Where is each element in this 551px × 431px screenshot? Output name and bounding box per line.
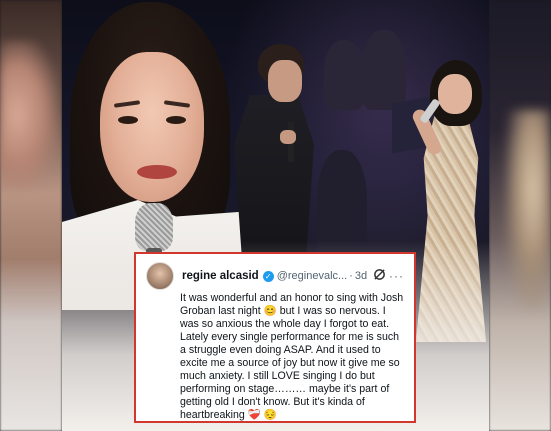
- tweet-header: regine alcasid ✓ @reginevalc... · 3d ···: [146, 261, 404, 291]
- separator-dot: ·: [349, 270, 353, 282]
- musician-figure: [362, 30, 406, 110]
- male-singer-suit: [234, 95, 314, 260]
- singer-face: [438, 74, 472, 114]
- portrait-face: [100, 52, 204, 202]
- eye: [118, 116, 138, 124]
- display-name[interactable]: regine alcasid: [182, 270, 259, 282]
- lips: [137, 165, 177, 179]
- avatar[interactable]: [146, 262, 174, 290]
- tweet-text: It was wonderful and an honor to sing wi…: [180, 292, 404, 421]
- eyebrow: [163, 100, 191, 108]
- blurred-figure: [505, 110, 551, 310]
- screenshot-canvas: regine alcasid ✓ @reginevalc... · 3d ···…: [0, 0, 551, 431]
- eye: [166, 116, 186, 124]
- blurred-left-strip: [0, 0, 62, 431]
- eyebrow: [113, 100, 141, 108]
- grok-icon[interactable]: [373, 268, 386, 284]
- blurred-face: [0, 40, 58, 190]
- post-time[interactable]: 3d: [355, 270, 367, 282]
- more-options-icon[interactable]: ···: [389, 269, 404, 283]
- verified-badge-icon: ✓: [262, 270, 274, 282]
- blurred-right-strip: [489, 0, 551, 431]
- user-handle[interactable]: @reginevalc...: [277, 270, 347, 282]
- male-singer-hand: [280, 130, 296, 144]
- musician-figure: [324, 40, 364, 110]
- male-singer-face: [268, 60, 302, 102]
- tweet-card[interactable]: regine alcasid ✓ @reginevalc... · 3d ···…: [134, 252, 416, 423]
